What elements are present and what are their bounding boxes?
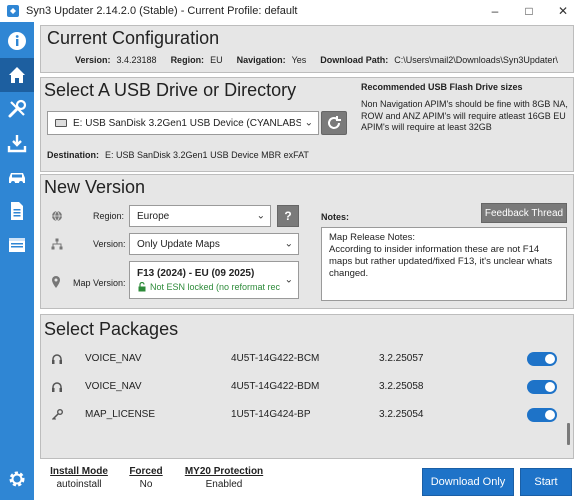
table-row[interactable]: VOICE_NAV 4U5T-14G422-BDM 3.2.25058 (41, 373, 573, 401)
package-toggle[interactable] (527, 408, 557, 422)
my20-protection-value: Enabled (205, 479, 243, 490)
sidebar (0, 22, 34, 500)
download-only-button[interactable]: Download Only (422, 468, 514, 496)
version-label-nv: Version: (93, 239, 126, 249)
network-icon (51, 238, 63, 250)
new-version-panel: New Version Region: Europe ⌄ ? Version: … (40, 174, 574, 309)
new-version-title: New Version (44, 177, 146, 197)
packages-panel: Select Packages VOICE_NAV 4U5T-14G422-BC… (40, 314, 574, 459)
region-value: EU (210, 55, 223, 65)
recommended-title: Recommended USB Flash Drive sizes (361, 82, 523, 92)
map-version-value: F13 (2024) - EU (09 2025) (137, 268, 255, 279)
tools-icon (8, 99, 27, 118)
package-toggle[interactable] (527, 352, 557, 366)
notes-box[interactable]: Map Release Notes: According to insider … (321, 227, 567, 301)
chevron-down-icon: ⌄ (284, 274, 293, 286)
help-button[interactable]: ? (277, 205, 299, 227)
package-part: 4U5T-14G422-BDM (231, 381, 320, 392)
headset-icon (52, 354, 62, 364)
map-pin-icon (52, 276, 60, 288)
version-select[interactable]: Only Update Maps ⌄ (129, 233, 299, 255)
headset-icon (52, 382, 62, 392)
sidebar-item-home[interactable] (0, 58, 34, 92)
close-icon[interactable]: ✕ (546, 0, 580, 22)
window-title: Syn3 Updater 2.14.2.0 (Stable) - Current… (26, 5, 298, 17)
package-name: VOICE_NAV (85, 381, 142, 392)
title-bar: Syn3 Updater 2.14.2.0 (Stable) - Current… (0, 0, 580, 22)
start-button[interactable]: Start (520, 468, 572, 496)
globe-icon (52, 210, 62, 222)
unlock-icon (138, 282, 146, 292)
recommended-text: Non Navigation APIM's should be fine wit… (361, 99, 568, 132)
download-path-label: Download Path: (320, 55, 389, 65)
maximize-icon[interactable]: □ (512, 0, 546, 22)
region-select-value: Europe (137, 210, 170, 222)
destination-label: Destination: (47, 150, 100, 160)
sidebar-item-tools[interactable] (0, 92, 34, 126)
current-config-panel: Current Configuration Version: 3.4.23188… (40, 25, 574, 73)
refresh-icon (328, 116, 341, 129)
package-part: 1U5T-14G424-BP (231, 409, 311, 420)
install-mode-value: autoinstall (56, 479, 102, 490)
version-value: 3.4.23188 (116, 55, 157, 65)
usb-title: Select A USB Drive or Directory (44, 80, 297, 100)
document-icon (11, 202, 23, 220)
version-label: Version: (75, 55, 111, 65)
usb-drive-value: E: USB SanDisk 3.2Gen1 USB Device (CYANL… (73, 117, 301, 129)
package-version: 3.2.25054 (379, 409, 424, 420)
region-select[interactable]: Europe ⌄ (129, 205, 271, 227)
sidebar-item-car[interactable] (0, 160, 34, 194)
table-row[interactable]: VOICE_NAV 4U5T-14G422-BCM 3.2.25057 (41, 345, 573, 373)
minimize-icon[interactable]: – (478, 0, 512, 22)
gear-icon (9, 471, 25, 487)
current-config-title: Current Configuration (47, 28, 220, 48)
home-icon (9, 67, 25, 83)
package-version: 3.2.25058 (379, 381, 424, 392)
chevron-down-icon: ⌄ (256, 210, 265, 222)
sidebar-item-info[interactable] (0, 24, 34, 58)
footer-bar: Install Mode autoinstall Forced No MY20 … (34, 464, 580, 500)
chevron-down-icon: ⌄ (284, 238, 293, 250)
drive-icon (55, 119, 67, 127)
package-version: 3.2.25057 (379, 353, 424, 364)
forced-value: No (139, 479, 153, 490)
map-version-label: Map Version: (73, 278, 126, 288)
esn-status: Not ESN locked (no reformat rec (150, 282, 281, 292)
package-name: VOICE_NAV (85, 353, 142, 364)
scrollbar-thumb[interactable] (567, 423, 570, 445)
package-name: MAP_LICENSE (85, 409, 156, 420)
download-icon (7, 135, 27, 153)
usb-drive-select[interactable]: E: USB SanDisk 3.2Gen1 USB Device (CYANL… (47, 111, 319, 135)
destination-value: E: USB SanDisk 3.2Gen1 USB Device MBR ex… (105, 150, 309, 160)
browser-icon (9, 238, 25, 252)
packages-title: Select Packages (44, 319, 179, 339)
my20-protection-label: MY20 Protection (184, 466, 264, 477)
app-icon (6, 4, 20, 18)
car-icon (9, 173, 25, 185)
sidebar-item-browser[interactable] (0, 228, 34, 262)
table-row[interactable]: MAP_LICENSE 1U5T-14G424-BP 3.2.25054 (41, 401, 573, 429)
version-select-value: Only Update Maps (137, 238, 220, 250)
feedback-thread-button[interactable]: Feedback Thread (481, 203, 567, 223)
package-part: 4U5T-14G422-BCM (231, 353, 320, 364)
region-label: Region: (170, 55, 205, 65)
install-mode-label: Install Mode (50, 466, 108, 477)
navigation-label: Navigation: (236, 55, 286, 65)
main-content: Current Configuration Version: 3.4.23188… (34, 22, 580, 500)
forced-label: Forced (129, 466, 163, 477)
sidebar-item-log[interactable] (0, 194, 34, 228)
sidebar-item-settings[interactable] (0, 462, 34, 496)
key-icon (51, 409, 63, 421)
sidebar-item-download[interactable] (0, 126, 34, 160)
map-version-select[interactable]: F13 (2024) - EU (09 2025) Not ESN locked… (129, 261, 299, 299)
region-label-nv: Region: (93, 211, 125, 221)
info-icon (8, 32, 26, 50)
download-path-value: C:\Users\mail2\Downloads\Syn3Updater\ (394, 55, 558, 65)
package-toggle[interactable] (527, 380, 557, 394)
chevron-down-icon: ⌄ (304, 117, 313, 129)
refresh-button[interactable] (321, 111, 347, 135)
notes-label: Notes: (321, 212, 350, 222)
usb-panel: Select A USB Drive or Directory E: USB S… (40, 77, 574, 172)
navigation-value: Yes (291, 55, 307, 65)
